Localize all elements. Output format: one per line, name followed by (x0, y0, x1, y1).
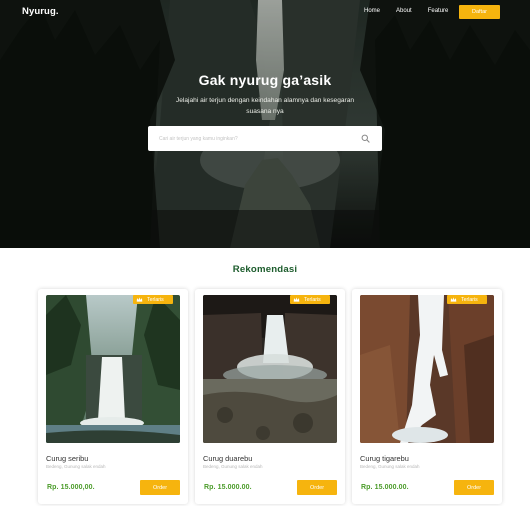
waterfall-card: Terlaris Curug tigarebu Bedeng, Gunung s… (352, 289, 502, 504)
badge-label: Terlaris (461, 296, 478, 303)
order-button[interactable]: Order (140, 480, 180, 495)
badge-label: Terlaris (304, 296, 321, 303)
crown-icon (136, 296, 143, 303)
card-location: Bedeng, Gunung salak endah (203, 464, 263, 469)
order-button[interactable]: Order (297, 480, 337, 495)
hero-title: Gak nyurug ga’asik (198, 72, 332, 88)
nav-link-about[interactable]: About (396, 8, 412, 14)
hero-overlay (0, 0, 530, 248)
card-title: Curug duarebu (203, 454, 253, 463)
card-image[interactable] (46, 295, 180, 443)
nav-links: Home About Feature (364, 8, 464, 14)
waterfall-card: Terlaris Curug duarebu Bedeng, Gunung sa… (195, 289, 345, 504)
card-image[interactable] (360, 295, 494, 443)
badge-label: Terlaris (147, 296, 164, 303)
card-location: Bedeng, Gunung salak endah (46, 464, 106, 469)
card-price: Rp. 15.000,00. (47, 484, 95, 491)
order-button[interactable]: Order (454, 480, 494, 495)
nav-link-feature[interactable]: Feature (428, 8, 449, 14)
card-image[interactable] (203, 295, 337, 443)
crown-icon (293, 296, 300, 303)
card-location: Bedeng, Gunung salak endah (360, 464, 420, 469)
best-seller-badge: Terlaris (133, 295, 173, 304)
waterfall-card: Terlaris Curug seribu Bedeng, Gunung sal… (38, 289, 188, 504)
card-price: Rp. 15.000.00. (204, 484, 252, 491)
search-bar (148, 126, 382, 151)
card-title: Curug tigarebu (360, 454, 409, 463)
card-price: Rp. 15.000.00. (361, 484, 409, 491)
hero-section: Nyurug. Home About Feature Daftar Gak ny… (0, 0, 530, 248)
top-navbar: Nyurug. Home About Feature Daftar (0, 0, 530, 26)
nav-link-home[interactable]: Home (364, 8, 380, 14)
hero-subtitle: Jelajahi air terjun dengan keindahan ala… (175, 97, 355, 115)
section-title: Rekomendasi (232, 264, 298, 275)
best-seller-badge: Terlaris (290, 295, 330, 304)
search-input[interactable] (148, 126, 358, 151)
best-seller-badge: Terlaris (447, 295, 487, 304)
logo[interactable]: Nyurug. (22, 6, 59, 17)
register-button[interactable]: Daftar (459, 5, 500, 19)
card-title: Curug seribu (46, 454, 89, 463)
search-icon[interactable] (358, 132, 372, 146)
crown-icon (450, 296, 457, 303)
